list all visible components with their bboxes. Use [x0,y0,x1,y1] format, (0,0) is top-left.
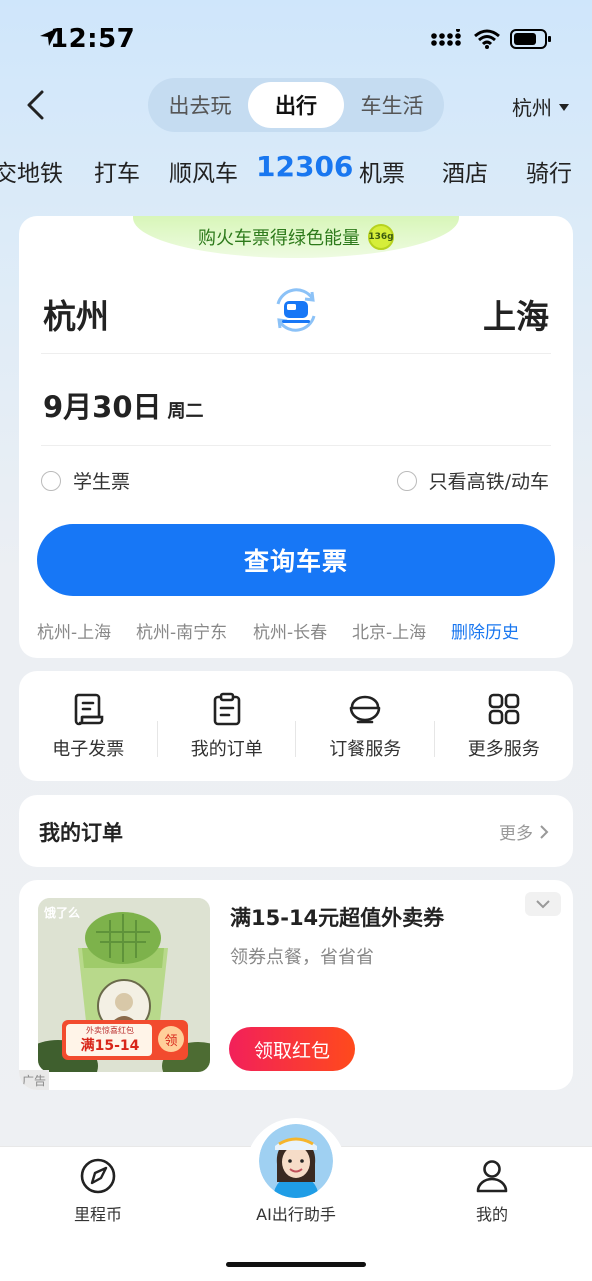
arrival-city[interactable]: 上海 [483,290,549,338]
orders-more-link[interactable]: 更多 [499,819,549,844]
brand-label: 饿了么 [44,906,81,920]
query-tickets-button[interactable]: 查询车票 [37,524,555,596]
clipboard-icon [213,692,241,726]
brand-logo: 饿了么 [44,904,80,921]
orders-title: 我的订单 [39,821,123,845]
chevron-right-icon [540,824,549,839]
invoice-icon [74,693,104,726]
orders-more-label: 更多 [499,824,533,844]
category-tab-12306[interactable]: 12306 [256,150,353,183]
departure-city[interactable]: 杭州 [43,290,109,338]
ai-avatar-illustration [259,1124,333,1198]
claim-red-packet-button[interactable]: 领取红包 [229,1027,355,1071]
high-speed-only-option[interactable]: 只看高铁/动车 [396,467,549,494]
services-card: 电子发票 我的订单 订餐服务 更多服务 [19,671,573,781]
service-my-orders[interactable]: 我的订单 [158,691,296,761]
divider [41,445,551,446]
battery-icon [510,29,551,49]
coupon-graphic: 外卖惊喜红包 满15-14 领 [62,1020,188,1060]
high-speed-only-radio[interactable] [396,470,417,491]
energy-badge: 136g [368,224,394,250]
history-item[interactable]: 杭州-长春 [253,618,327,643]
history-item[interactable]: 杭州-南宁东 [136,618,227,643]
status-icons [40,28,552,50]
category-tab-hotels[interactable]: 酒店 [442,154,488,188]
segment-tab-car-life[interactable]: 车生活 [344,82,440,128]
cellular-signal-icon [431,29,461,46]
service-more[interactable]: 更多服务 [435,691,574,761]
category-tab-taxi[interactable]: 打车 [94,154,140,188]
ad-label: 广告 [19,1070,49,1090]
high-speed-only-label: 只看高铁/动车 [428,471,549,493]
ad-title[interactable]: 满15-14元超值外卖券 [230,902,444,932]
city-label: 杭州 [512,96,552,120]
compass-icon [80,1158,116,1194]
ai-assistant-avatar[interactable] [259,1124,333,1198]
caret-down-icon [559,103,569,111]
my-orders-card: 我的订单 更多 [19,795,573,867]
ad-subtitle: 领券点餐，省省省 [230,947,374,968]
service-label: 订餐服务 [329,739,402,760]
location-arrow-icon [40,28,58,46]
status-time: 12:57 [50,24,136,54]
delete-history-link[interactable]: 删除历史 [451,618,519,643]
green-energy-promo[interactable]: 购火车票得绿色能量 136g [133,216,459,258]
category-tabs: 交地铁 打车 顺风车 12306 机票 酒店 骑行 [0,150,592,194]
segment-tab-travel[interactable]: 出行 [248,82,344,128]
service-label: 我的订单 [190,739,263,760]
service-label: 更多服务 [467,739,540,760]
person-icon [476,1160,508,1193]
departure-date[interactable]: 9月30日 周二 [43,384,204,426]
home-indicator [226,1262,366,1267]
service-invoice[interactable]: 电子发票 [19,691,158,761]
grid-icon [488,693,520,725]
wifi-icon [474,29,500,49]
student-ticket-option[interactable]: 学生票 [41,467,130,494]
mode-segment-control: 出去玩 出行 车生活 [148,78,444,132]
weekday-text: 周二 [167,401,204,422]
divider [41,353,551,354]
history-item[interactable]: 北京-上海 [352,618,426,643]
tab-mileage-coins[interactable]: 里程币 [38,1157,158,1225]
chevron-down-icon [536,900,550,909]
train-search-card: 购火车票得绿色能量 136g 杭州 上海 9月30日 周二 学生票 只看高铁/动… [19,216,573,658]
city-selector[interactable]: 杭州 [512,92,570,121]
history-item[interactable]: 杭州-上海 [37,618,111,643]
student-ticket-radio[interactable] [41,470,61,491]
tab-label: 我的 [475,1205,508,1224]
segment-tab-go-out[interactable]: 出去玩 [152,82,248,128]
tab-ai-assistant-label[interactable]: AI出行助手 [236,1201,356,1225]
student-ticket-label: 学生票 [73,471,131,493]
coupon-text: 满15-14 [80,1038,140,1054]
back-arrow-icon[interactable] [22,88,52,122]
date-text: 9月30日 [43,390,162,424]
category-tab-flights[interactable]: 机票 [359,154,405,188]
category-tab-metro[interactable]: 交地铁 [0,154,63,188]
tab-profile[interactable]: 我的 [432,1157,552,1225]
service-label: 电子发票 [52,739,125,760]
ad-product-image[interactable]: 饿了么 外卖惊喜红包 满15-14 领 [38,898,210,1072]
coupon-claim-badge: 领 [158,1026,184,1052]
promo-text: 购火车票得绿色能量 [198,228,360,249]
category-tab-cycling[interactable]: 骑行 [526,154,572,188]
meal-bowl-icon [349,695,381,724]
category-tab-carpool[interactable]: 顺风车 [169,154,238,188]
service-meal[interactable]: 订餐服务 [296,691,435,761]
ad-collapse-button[interactable] [525,892,561,916]
tab-label: 里程币 [73,1205,122,1224]
swap-train-icon[interactable] [270,284,322,336]
ad-card: 饿了么 外卖惊喜红包 满15-14 领 满15-14元超值外卖券 领券点餐，省省… [19,880,573,1090]
